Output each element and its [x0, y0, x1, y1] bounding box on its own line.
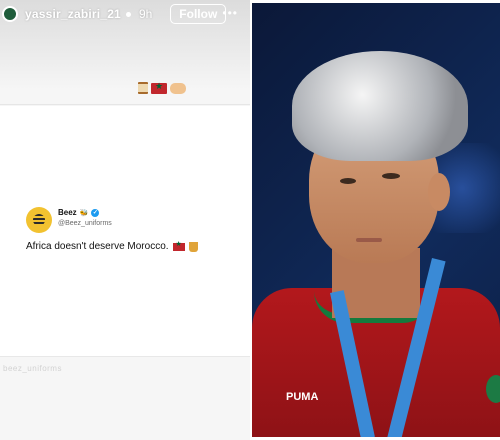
bee-emoji-icon: 🐝	[79, 209, 89, 217]
dot-icon	[125, 11, 131, 17]
emoji-row	[138, 81, 186, 94]
hair	[292, 51, 468, 161]
tweet-handle: @Beez_uniforms	[58, 220, 112, 227]
story-username[interactable]: yassir_zabiri_21	[25, 7, 121, 21]
watermark-text: beez_uniforms	[3, 364, 62, 373]
tweet-text: Africa doesn't deserve Morocco.	[26, 241, 169, 252]
story-header: yassir_zabiri_21 9h Follow	[0, 0, 250, 28]
bee-icon	[33, 214, 45, 226]
player-photo: PUMA	[252, 3, 500, 437]
divider	[0, 104, 250, 105]
verified-badge-icon: ✓	[91, 208, 100, 217]
handshake-icon	[170, 82, 186, 94]
morocco-flag-icon	[151, 81, 167, 94]
more-dots-icon[interactable]: •••	[222, 6, 238, 20]
morocco-flag-icon	[172, 240, 185, 251]
hourglass-icon	[138, 82, 148, 94]
right-eye	[382, 173, 400, 179]
trophy-icon	[188, 241, 198, 252]
follow-button[interactable]: Follow	[170, 4, 227, 24]
left-eye	[340, 178, 356, 184]
profile-avatar[interactable]	[2, 6, 18, 22]
puma-logo-icon: PUMA	[286, 391, 319, 403]
tweet-author-name: Beez	[58, 208, 77, 217]
divider	[0, 356, 250, 357]
story-time: 9h	[138, 7, 153, 21]
tweet-avatar	[26, 207, 52, 233]
tweet-body: Africa doesn't deserve Morocco.	[26, 240, 198, 252]
tweet-author: Beez 🐝 ✓	[58, 208, 100, 217]
story-panel: yassir_zabiri_21 9h Follow ••• Beez 🐝 ✓ …	[0, 0, 250, 440]
ear	[428, 173, 450, 211]
federation-crest-icon	[486, 375, 500, 403]
mouth	[356, 238, 382, 242]
